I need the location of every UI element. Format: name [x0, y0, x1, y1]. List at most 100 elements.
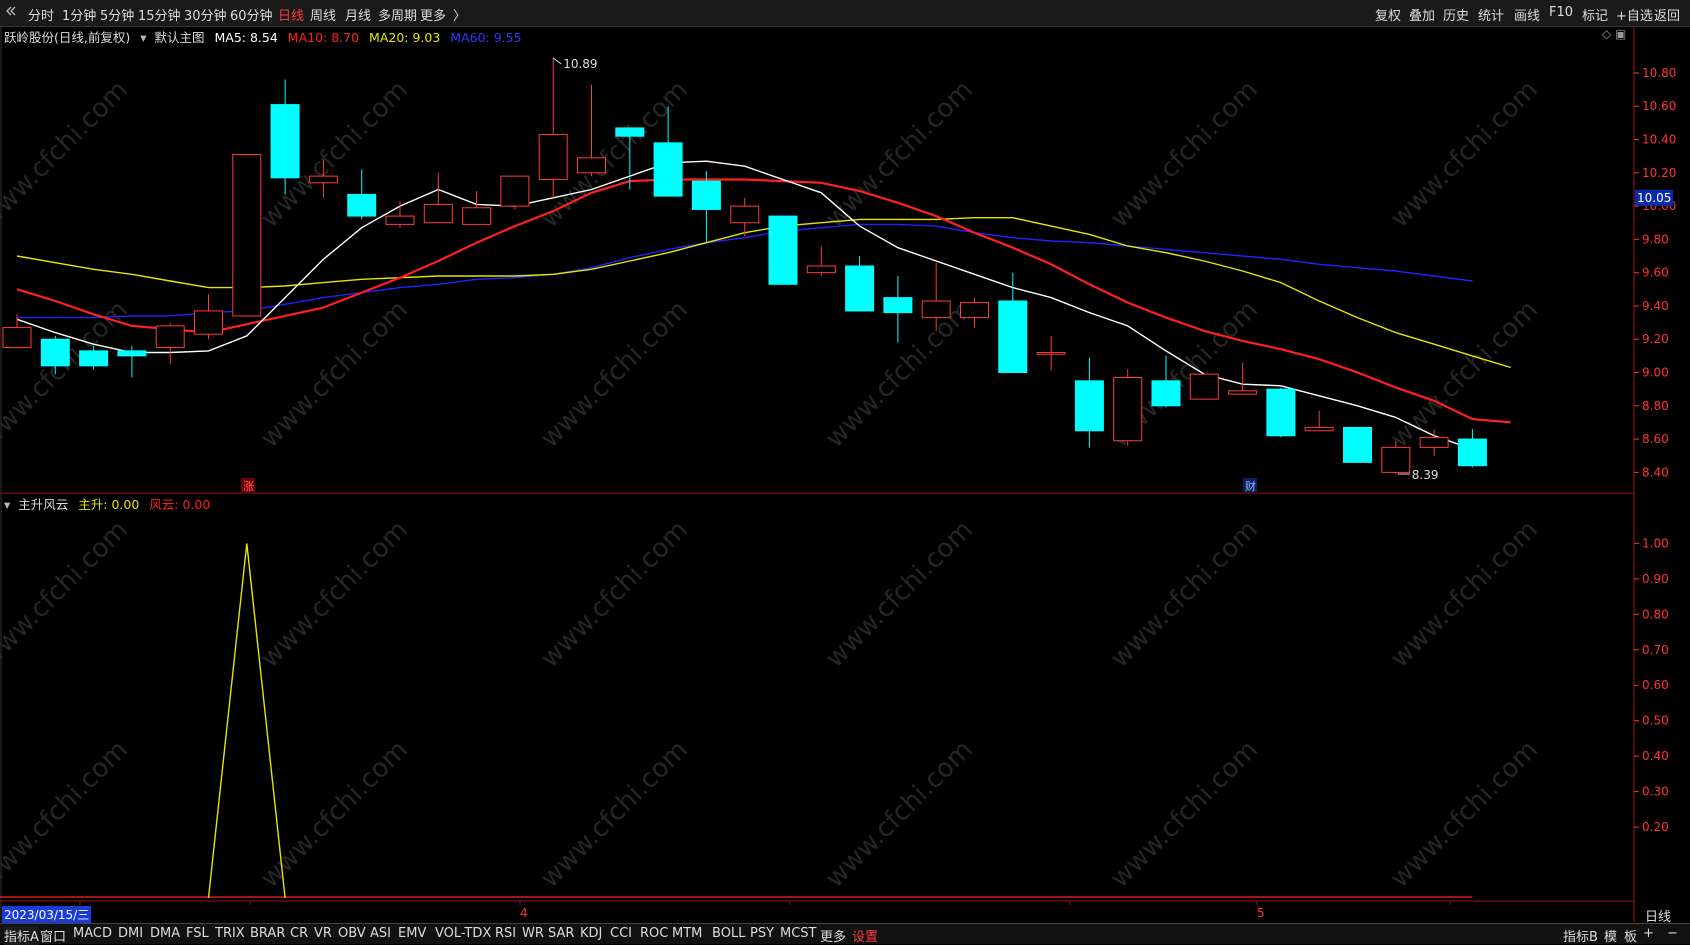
indicator-tabbar: 指标A 窗口 MACD DMI DMA FSL TRIX BRAR CR VR OBV ASI EMV V…	[0, 923, 1690, 945]
candle	[462, 191, 492, 225]
candle-body	[347, 193, 377, 217]
price-tick-label: 10.60	[1642, 99, 1676, 113]
candle	[194, 294, 223, 340]
price-tick-label: 9.40	[1642, 299, 1669, 313]
candle	[998, 272, 1028, 374]
indicator-tab-8[interactable]: CR	[290, 926, 308, 941]
candle	[691, 171, 721, 243]
indicator-tab-24[interactable]: 更多	[820, 926, 846, 945]
indicator-tick-label: 0.20	[1642, 820, 1669, 834]
candle-body	[1228, 390, 1258, 395]
current-price-label: 10.05	[1637, 191, 1671, 205]
indicator-tab-1[interactable]: 窗口	[40, 926, 66, 945]
indicator-tab-6[interactable]: TRIX	[215, 926, 245, 941]
candle-body	[998, 300, 1028, 374]
indicator-tick-label: 0.50	[1642, 714, 1669, 728]
indicator-tab-3[interactable]: DMI	[118, 926, 143, 941]
indicator-tab-22[interactable]: PSY	[750, 926, 774, 941]
candle-body	[117, 350, 147, 357]
price-tick-label: 9.20	[1642, 332, 1669, 346]
indicator-right-item-4[interactable]: −	[1667, 926, 1678, 941]
indicator-right-item-2[interactable]: 板	[1624, 926, 1637, 945]
indicator-tab-14[interactable]: RSI	[495, 926, 516, 941]
zhusheng-line	[207, 543, 286, 899]
candle-body	[423, 203, 453, 224]
watermark-text: www.cfchi.com	[820, 295, 979, 454]
candle-body	[653, 142, 683, 197]
indicator-tab-13[interactable]: VOL-TDX	[435, 926, 491, 941]
low-annotation: 8.39	[1412, 468, 1439, 482]
price-tick-label: 8.80	[1642, 399, 1669, 413]
watermark-text: www.cfchi.com	[820, 515, 979, 674]
indicator-tab-5[interactable]: FSL	[186, 926, 209, 941]
candle-body	[308, 175, 338, 184]
watermark-text: www.cfchi.com	[0, 735, 134, 894]
indicator-tab-20[interactable]: MTM	[672, 926, 702, 941]
candle-body	[1381, 446, 1411, 473]
candle	[1304, 410, 1334, 432]
watermark-text: www.cfchi.com	[255, 515, 414, 674]
indicator-tab-4[interactable]: DMA	[150, 926, 180, 941]
price-tick-label: 10.40	[1642, 133, 1676, 147]
high-marker	[552, 57, 562, 65]
indicator-tab-16[interactable]: SAR	[548, 926, 574, 941]
indicator-right-item-3[interactable]: +	[1643, 926, 1654, 941]
candle-body	[577, 157, 606, 174]
watermark-text: www.cfchi.com	[820, 735, 979, 894]
watermark-text: www.cfchi.com	[1385, 515, 1544, 674]
high-annotation: 10.89	[563, 57, 597, 71]
indicator-tab-18[interactable]: CCI	[610, 926, 632, 941]
indicator-tab-21[interactable]: BOLL	[712, 926, 745, 941]
price-tick-label: 9.80	[1642, 232, 1669, 246]
indicator-tab-17[interactable]: KDJ	[580, 926, 602, 941]
candle	[117, 345, 147, 378]
candle	[1036, 335, 1066, 371]
indicator-tab-10[interactable]: OBV	[338, 926, 366, 941]
watermark-text: www.cfchi.com	[1385, 295, 1544, 454]
indicator-tab-12[interactable]: EMV	[398, 926, 426, 941]
watermark-text: www.cfchi.com	[0, 75, 134, 234]
candle-body	[462, 207, 492, 225]
event-marker-zhang: 涨	[241, 478, 255, 493]
indicator-tab-0[interactable]: 指标A	[4, 926, 39, 945]
watermark-text: www.cfchi.com	[255, 295, 414, 454]
indicator-tab-15[interactable]: WR	[522, 926, 544, 941]
watermark-text: www.cfchi.com	[1385, 735, 1544, 894]
candle	[1343, 426, 1372, 463]
price-tick-label: 10.20	[1642, 166, 1676, 180]
candle-body	[79, 350, 109, 367]
indicator-tab-19[interactable]: ROC	[640, 926, 668, 941]
watermark-text: www.cfchi.com	[1105, 75, 1264, 234]
candle-body	[1113, 377, 1143, 442]
indicator-right-item-1[interactable]: 模	[1604, 926, 1617, 945]
candle-body	[615, 127, 645, 137]
month-label-4: 4	[520, 906, 528, 920]
indicator-tab-25[interactable]: 设置	[852, 926, 878, 945]
price-tick-label: 10.80	[1642, 66, 1676, 80]
candle-body	[1036, 352, 1066, 355]
watermark-text: www.cfchi.com	[535, 295, 694, 454]
candle	[768, 215, 798, 285]
indicator-tab-7[interactable]: BRAR	[250, 926, 285, 941]
watermark-text: www.cfchi.com	[0, 295, 134, 454]
indicator-tab-23[interactable]: MCST	[780, 926, 817, 941]
indicator-tab-9[interactable]: VR	[314, 926, 332, 941]
indicator-tick-label: 0.80	[1642, 607, 1669, 621]
candle-body	[768, 215, 798, 285]
indicator-tab-11[interactable]: ASI	[370, 926, 391, 941]
candle	[385, 201, 415, 228]
kline-chart[interactable]: www.cfchi.com www.cfchi.com www.cfchi.com w…	[0, 0, 1690, 923]
candle	[1266, 387, 1296, 438]
candle-body	[1189, 373, 1219, 400]
candle-body	[691, 180, 721, 210]
indicator-tab-2[interactable]: MACD	[73, 926, 112, 941]
indicator-tick-label: 0.60	[1642, 678, 1669, 692]
price-tick-label: 9.00	[1642, 366, 1669, 380]
watermark-text: www.cfchi.com	[1385, 75, 1544, 234]
candle	[538, 57, 568, 198]
indicator-right-item-0[interactable]: 指标B	[1563, 926, 1598, 945]
candle	[845, 256, 875, 312]
indicator-tick-label: 0.90	[1642, 572, 1669, 586]
indicator-tick-label: 0.70	[1642, 643, 1669, 657]
indicator-tick-label: 0.40	[1642, 749, 1669, 763]
